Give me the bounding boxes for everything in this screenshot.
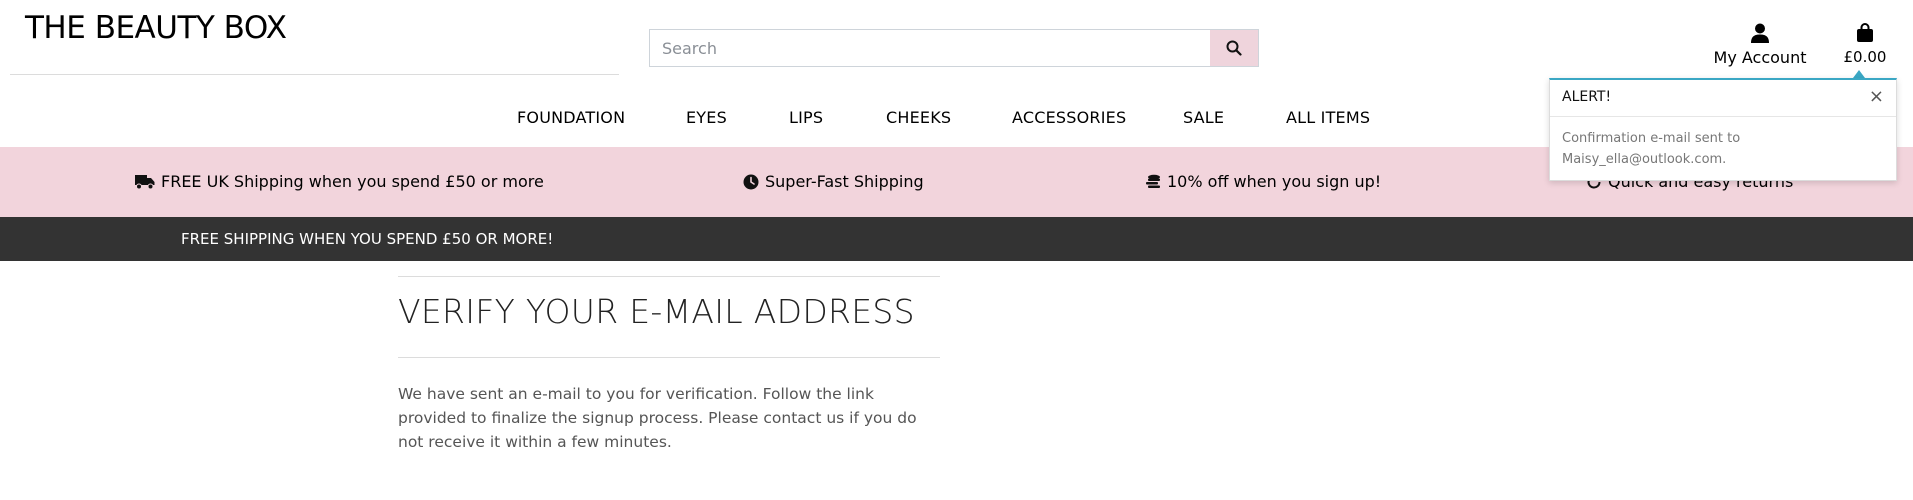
nav-item-sale[interactable]: SALE (1183, 108, 1224, 127)
truck-icon (135, 174, 155, 189)
coins-icon (1146, 174, 1160, 188)
toast-header: ALERT! × (1550, 80, 1896, 117)
shopping-bag-icon (1857, 23, 1873, 42)
nav-item-foundation[interactable]: FOUNDATION (517, 108, 625, 127)
clock-icon (743, 174, 759, 189)
nav-item-accessories[interactable]: ACCESSORIES (1012, 108, 1126, 127)
benefit-text: FREE UK Shipping when you spend £50 or m… (161, 172, 544, 191)
logo-divider (10, 74, 619, 75)
content-divider (398, 357, 940, 358)
promo-banner-text: FREE SHIPPING WHEN YOU SPEND £50 OR MORE… (181, 230, 554, 248)
content-divider-top (398, 276, 940, 277)
benefit-text: Super-Fast Shipping (765, 172, 924, 191)
verification-message: We have sent an e-mail to you for verifi… (398, 385, 917, 451)
search-button[interactable] (1210, 29, 1259, 67)
close-icon[interactable]: × (1869, 88, 1884, 106)
nav-item-cheeks[interactable]: CHEEKS (886, 108, 951, 127)
toast-caret (1853, 70, 1865, 78)
site-logo[interactable]: THE BEAUTY BOX (25, 10, 287, 46)
nav-item-eyes[interactable]: EYES (686, 108, 727, 127)
benefit-fast-shipping: Super-Fast Shipping (743, 172, 924, 191)
shopping-bag-link[interactable]: £0.00 (1840, 22, 1890, 66)
promo-banner: FREE SHIPPING WHEN YOU SPEND £50 OR MORE… (0, 217, 1913, 261)
benefit-signup-discount: 10% off when you sign up! (1145, 172, 1381, 191)
search-input[interactable] (649, 29, 1210, 67)
search-icon (1226, 40, 1242, 56)
bag-total: £0.00 (1843, 48, 1887, 66)
search-form (649, 29, 1259, 67)
page-title: VERIFY YOUR E-MAIL ADDRESS (398, 292, 915, 331)
benefit-free-shipping: FREE UK Shipping when you spend £50 or m… (135, 172, 544, 191)
alert-toast: ALERT! × Confirmation e-mail sent to Mai… (1549, 78, 1897, 181)
nav-item-lips[interactable]: LIPS (789, 108, 823, 127)
nav-item-all-items[interactable]: ALL ITEMS (1286, 108, 1370, 127)
benefit-text: 10% off when you sign up! (1167, 172, 1382, 191)
toast-title: ALERT! (1562, 89, 1612, 105)
user-icon (1751, 23, 1769, 43)
my-account-label: My Account (1713, 48, 1807, 67)
my-account-link[interactable]: My Account (1710, 22, 1810, 67)
toast-message: Confirmation e-mail sent to Maisy_ella@o… (1562, 131, 1741, 167)
